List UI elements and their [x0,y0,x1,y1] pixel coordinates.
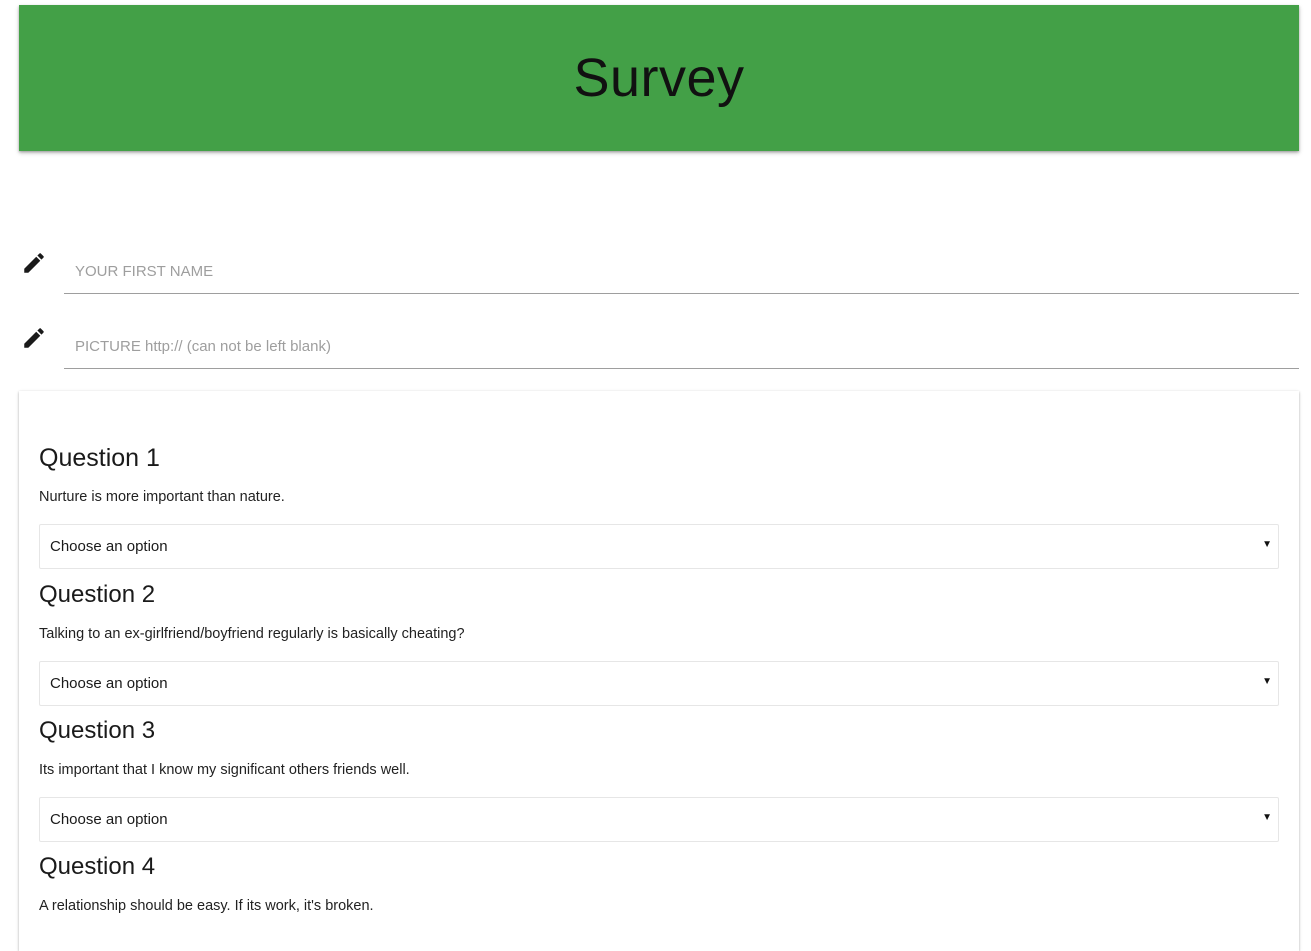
question-2-select[interactable]: Choose an option ▼ [39,661,1279,706]
question-3-text-wrap: Its important that I know my significant… [39,760,1279,780]
question-title: Question 2 [39,581,156,608]
question-1-text-wrap: Nurture is more important than nature. [39,487,1279,507]
picture-url-input[interactable] [64,325,1299,369]
page-header: Survey [19,5,1299,151]
question-title: Question 3 [39,717,156,744]
picture-url-row [19,325,1299,385]
question-2: Question 2 [39,580,1279,610]
select-value: Choose an option [50,538,168,555]
select-value: Choose an option [50,811,168,828]
caret-down-icon: ▼ [1262,539,1272,550]
question-1-select[interactable]: Choose an option ▼ [39,524,1279,569]
question-4: Question 4 [39,852,1279,882]
select-value: Choose an option [50,675,168,692]
question-text: Nurture is more important than nature. [39,489,285,505]
question-title: Question 1 [39,444,160,472]
questions-card: Question 1 Nurture is more important tha… [19,391,1299,951]
pencil-icon [21,325,47,351]
pencil-icon [21,250,47,276]
caret-down-icon: ▼ [1262,812,1272,823]
question-3: Question 3 [39,716,1279,746]
question-1: Question 1 [39,443,1279,473]
question-title: Question 4 [39,853,156,880]
first-name-row [19,250,1299,310]
caret-down-icon: ▼ [1262,676,1272,687]
question-4-text-wrap: A relationship should be easy. If its wo… [39,896,1279,916]
first-name-input[interactable] [64,250,1299,294]
question-3-select[interactable]: Choose an option ▼ [39,797,1279,842]
question-2-text-wrap: Talking to an ex-girlfriend/boyfriend re… [39,624,1279,644]
question-text: Talking to an ex-girlfriend/boyfriend re… [39,626,465,642]
question-text: A relationship should be easy. If its wo… [39,898,374,914]
page-title: Survey [573,48,745,108]
question-text: Its important that I know my significant… [39,762,410,778]
